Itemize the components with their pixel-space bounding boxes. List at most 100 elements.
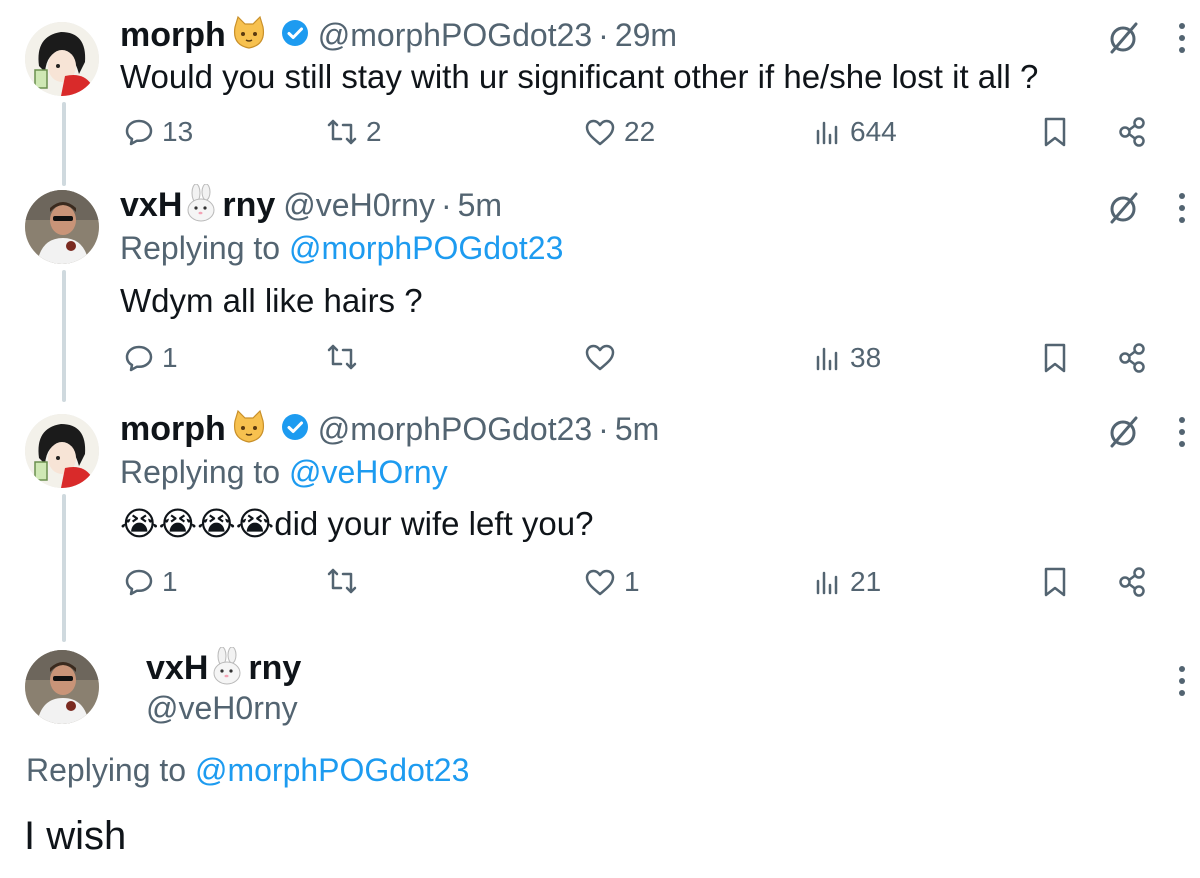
display-name[interactable]: morph: [120, 16, 226, 55]
avatar[interactable]: [25, 414, 99, 488]
reply-count: 13: [162, 116, 194, 147]
views-count: 21: [850, 566, 882, 597]
tweet-header: morph @morphPOGdot23 · 29m: [120, 14, 677, 56]
reply-button[interactable]: 1: [124, 342, 178, 374]
focused-display-name: vxH rny: [146, 646, 301, 690]
tweet-header: vxH rny @veH0rny · 5m: [120, 183, 502, 227]
display-name-part-2[interactable]: rny: [222, 186, 275, 225]
replying-to-link[interactable]: @morphPOGdot23: [289, 230, 563, 266]
separator-dot: ·: [440, 186, 452, 223]
more-vertical-icon[interactable]: [1178, 191, 1186, 225]
tweet-top-actions: [1104, 18, 1186, 58]
display-name-part-1[interactable]: vxH: [146, 649, 208, 688]
username[interactable]: @veH0rny: [283, 187, 435, 224]
grok-icon[interactable]: [1104, 412, 1144, 452]
avatar[interactable]: [25, 22, 99, 96]
bookmark-button[interactable]: [1042, 566, 1068, 598]
share-button[interactable]: [1116, 342, 1148, 374]
username[interactable]: @veH0rny: [146, 690, 298, 727]
reply-count: 1: [162, 342, 178, 373]
bookmark-button[interactable]: [1042, 342, 1068, 374]
reply-button[interactable]: 1: [124, 566, 178, 598]
reply-icon: [125, 345, 153, 372]
like-count: 1: [624, 566, 640, 597]
display-name[interactable]: morph: [120, 410, 226, 449]
replying-to: Replying to @morphPOGdot23: [26, 752, 469, 789]
replying-to-link[interactable]: @veHOrny: [289, 454, 448, 490]
share-button[interactable]: [1116, 116, 1148, 148]
views-icon: [816, 347, 838, 371]
avatar[interactable]: [25, 650, 99, 724]
bookmark-button[interactable]: [1042, 116, 1068, 148]
retweet-button[interactable]: 2: [326, 116, 382, 148]
share-icon: [1119, 567, 1145, 597]
action-bar: 13 2 22 644: [120, 116, 1160, 156]
bookmark-icon: [1044, 117, 1066, 147]
replying-to-label: Replying to: [120, 454, 281, 490]
verified-badge-icon: [280, 18, 310, 53]
timestamp[interactable]: 5m: [615, 411, 659, 448]
share-icon: [1119, 343, 1145, 373]
views-button[interactable]: 21: [814, 566, 881, 598]
replying-to: Replying to @morphPOGdot23: [120, 230, 563, 267]
reply-icon: [125, 119, 153, 146]
action-bar: 1 1 21: [120, 566, 1160, 606]
tweet-header: morph @morphPOGdot23 · 5m: [120, 408, 659, 450]
thread-line: [62, 494, 66, 642]
tweet-text: Would you still stay with ur significant…: [120, 58, 1039, 95]
avatar[interactable]: [25, 190, 99, 264]
tweet-top-actions: [1178, 664, 1186, 698]
views-button[interactable]: 644: [814, 116, 897, 148]
display-name-part-1[interactable]: vxH: [120, 186, 182, 225]
views-count: 38: [850, 342, 882, 373]
heart-icon: [585, 119, 615, 146]
like-button[interactable]: 1: [584, 566, 640, 598]
grok-icon[interactable]: [1104, 18, 1144, 58]
separator-dot: ·: [598, 16, 609, 53]
replying-to-label: Replying to: [26, 752, 187, 788]
share-icon: [1119, 117, 1145, 147]
tweet-text: I wish: [24, 814, 127, 858]
username[interactable]: @morphPOGdot23: [318, 411, 592, 448]
display-name-part-2[interactable]: rny: [248, 649, 301, 688]
reply-count: 1: [162, 566, 178, 597]
verified-badge-icon: [280, 412, 310, 447]
replying-to-label: Replying to: [120, 230, 281, 266]
username[interactable]: @morphPOGdot23: [318, 17, 592, 54]
thread-line: [62, 270, 66, 402]
more-vertical-icon[interactable]: [1178, 415, 1186, 449]
action-bar: 1 38: [120, 342, 1160, 382]
tweet-top-actions: [1104, 188, 1186, 228]
like-button[interactable]: 22: [584, 116, 655, 148]
reply-icon: [125, 569, 153, 596]
rabbit-emoji-icon: [210, 646, 246, 690]
heart-icon: [585, 569, 615, 596]
retweet-icon: [327, 119, 357, 145]
tweet-text-body: did your wife left you?: [274, 505, 594, 542]
like-button[interactable]: [584, 342, 624, 372]
more-vertical-icon[interactable]: [1178, 21, 1186, 55]
tweet-text: 😭😭😭😭did your wife left you?: [120, 504, 593, 543]
reply-button[interactable]: 13: [124, 116, 193, 148]
more-vertical-icon[interactable]: [1178, 664, 1186, 698]
avatar-anime-image: [25, 22, 99, 96]
timestamp[interactable]: 29m: [615, 17, 677, 54]
retweet-button[interactable]: [326, 566, 366, 596]
grok-icon[interactable]: [1104, 188, 1144, 228]
share-button[interactable]: [1116, 566, 1148, 598]
avatar-photo-image: [25, 190, 99, 264]
like-count: 22: [624, 116, 656, 147]
timestamp[interactable]: 5m: [458, 187, 502, 224]
crying-emoji-group: 😭😭😭😭: [120, 505, 275, 542]
retweet-button[interactable]: [326, 342, 366, 372]
rabbit-emoji-icon: [184, 183, 220, 227]
views-icon: [816, 571, 838, 595]
replying-to-link[interactable]: @morphPOGdot23: [195, 752, 469, 788]
avatar-photo-image: [25, 650, 99, 724]
retweet-icon: [327, 344, 357, 370]
separator-dot: ·: [598, 410, 609, 447]
views-button[interactable]: 38: [814, 342, 881, 374]
avatar-anime-image: [25, 414, 99, 488]
cat-emoji-icon: [230, 409, 268, 450]
replying-to: Replying to @veHOrny: [120, 454, 448, 491]
